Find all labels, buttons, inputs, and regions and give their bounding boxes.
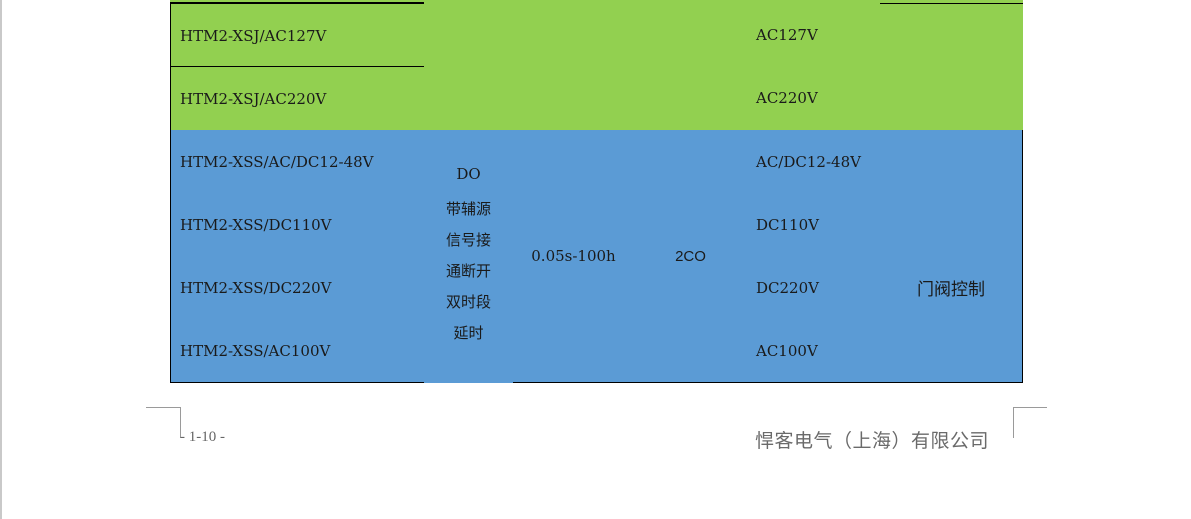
table-cell-time-range: 0.05s-100h (513, 130, 635, 383)
table-cell-voltage: AC220V (747, 66, 881, 131)
company-name: 悍客电气（上海）有限公司 (755, 430, 990, 452)
application-text: 门阀控制 (917, 280, 985, 300)
voltage-text: DC220V (756, 279, 819, 297)
table-cell-model: HTM2-XSS/AC/DC12-48V (170, 130, 425, 194)
model-text: HTM2-XSS/AC/DC12-48V (180, 152, 374, 171)
table-cell-function-merged (424, 0, 514, 131)
table-cell-contacts: 2CO (634, 130, 748, 383)
table-cell-model: HTM2-XSS/DC220V (170, 256, 425, 321)
table-cell-voltage: AC/DC12-48V (747, 130, 881, 194)
model-text: HTM2-XSS/DC220V (180, 279, 332, 297)
model-text: HTM2-XSJ/AC220V (180, 89, 327, 108)
page-left-edge (0, 0, 2, 519)
function-code: DO (456, 165, 481, 183)
table-cell-model: HTM2-XSJ/AC127V (170, 3, 425, 67)
function-line: 延时 (453, 324, 484, 342)
table-cell-function: DO 带辅源 信号接 通断开 双时段 延时 (424, 130, 514, 383)
table-cell-contacts-merged (634, 0, 748, 131)
table-cell-model: HTM2-XSJ/AC220V (170, 66, 425, 131)
table-cell-time-merged (513, 0, 635, 131)
footer-corner-right (1013, 407, 1047, 438)
voltage-text: AC100V (756, 342, 818, 360)
contacts-text: 2CO (675, 247, 706, 265)
voltage-text: AC/DC12-48V (756, 152, 861, 171)
table-cell-voltage: AC127V (747, 3, 881, 67)
function-line: 双时段 (445, 293, 491, 311)
table-cell-model: HTM2-XSS/AC100V (170, 320, 425, 383)
table-cell-application-blank (880, 130, 1023, 194)
table-cell-voltage: DC110V (747, 193, 881, 257)
time-range-text: 0.05s-100h (531, 247, 616, 265)
voltage-text: AC220V (756, 89, 818, 107)
footer-corner-left (146, 407, 181, 438)
table-cell-voltage: DC220V (747, 256, 881, 321)
voltage-text: DC110V (756, 215, 819, 234)
table-cell-voltage: AC100V (747, 320, 881, 383)
voltage-text: AC127V (756, 25, 818, 44)
model-text: HTM2-XSS/AC100V (180, 342, 331, 360)
function-line: 带辅源 (445, 200, 491, 218)
function-line: 通断开 (445, 262, 491, 280)
table-cell-application: 门阀控制 (880, 193, 1023, 383)
model-text: HTM2-XSJ/AC127V (180, 26, 327, 45)
model-text: HTM2-XSS/DC110V (180, 215, 332, 234)
table-cell-application-merged (880, 0, 1023, 131)
table-cell-model: HTM2-XSS/DC110V (170, 193, 425, 257)
page-number: - 1-10 - (180, 429, 225, 445)
function-line: 信号接 (445, 231, 491, 249)
